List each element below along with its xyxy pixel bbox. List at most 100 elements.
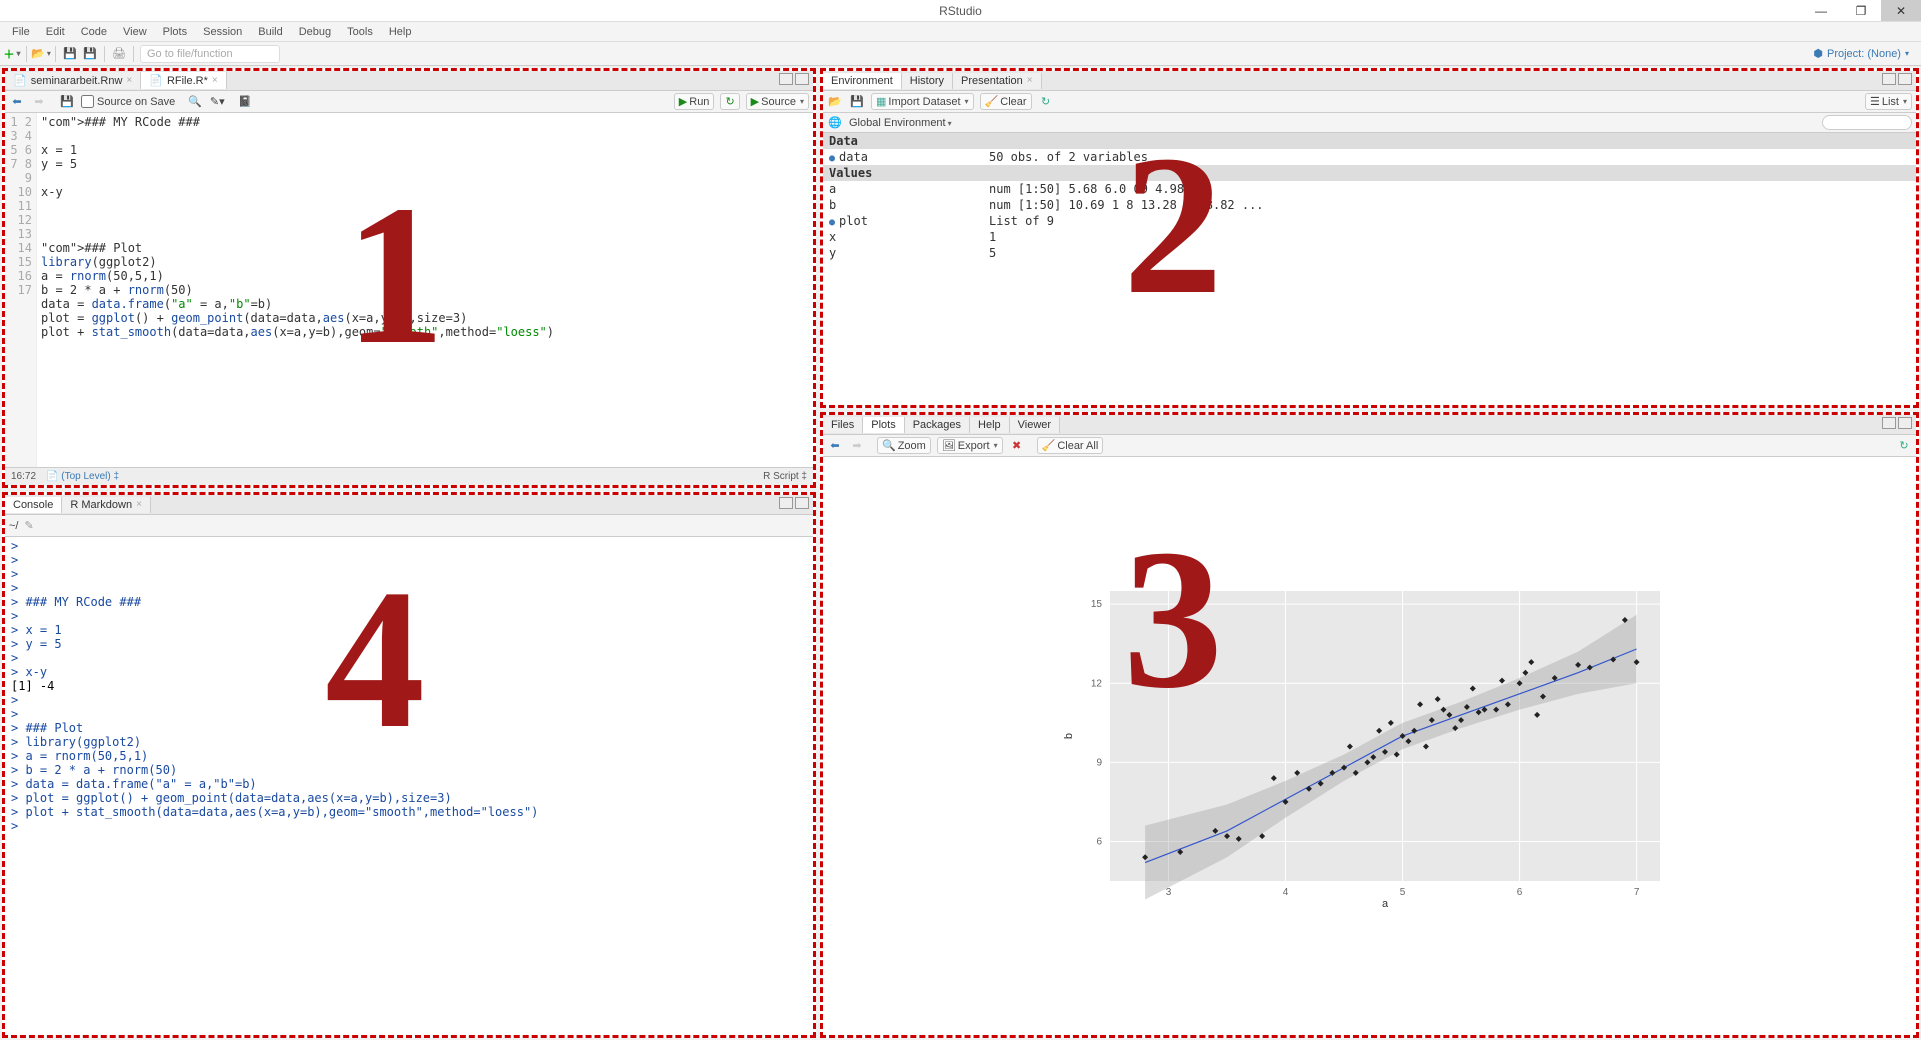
menubar: FileEditCodeViewPlotsSessionBuildDebugTo… — [0, 22, 1921, 42]
plots-pane: 3 FilesPlotsPackagesHelpViewer ⬅ ➡ 🔍 Zoo… — [820, 412, 1919, 1038]
svg-text:4: 4 — [1282, 887, 1288, 898]
new-file-button[interactable]: ＋ — [4, 46, 20, 62]
env-row[interactable]: x1 — [823, 229, 1916, 245]
plot-tab[interactable]: Help — [970, 417, 1010, 433]
svg-text:3: 3 — [1165, 887, 1171, 898]
window-maximize-button[interactable]: ❐ — [1841, 0, 1881, 21]
menu-tools[interactable]: Tools — [339, 24, 381, 40]
source-toolbar: ⬅ ➡ 💾 Source on Save 🔍 ✎▾ 📓 ▶Run ↻ ▶Sour… — [5, 91, 813, 113]
menu-help[interactable]: Help — [381, 24, 420, 40]
refresh-icon[interactable]: ↻ — [1038, 94, 1054, 110]
save-file-button[interactable]: 💾 — [59, 94, 75, 110]
env-section-header: Values — [823, 165, 1916, 181]
svg-text:6: 6 — [1516, 887, 1522, 898]
source-tab[interactable]: 📄seminararbeit.Rnw× — [5, 72, 141, 89]
env-row[interactable]: anum [1:50] 5.68 6.0 09 4.98 ... — [823, 181, 1916, 197]
menu-view[interactable]: View — [115, 24, 155, 40]
plot-back-icon[interactable]: ⬅ — [827, 438, 843, 454]
file-type-label[interactable]: R Script ‡ — [763, 471, 807, 482]
source-button[interactable]: ▶Source — [746, 93, 809, 110]
file-icon: 📄 — [13, 74, 27, 87]
pane-min-button[interactable] — [1882, 417, 1896, 429]
env-row[interactable]: plotList of 9 — [823, 213, 1916, 229]
console-browse-icon[interactable]: ✎ — [24, 519, 33, 532]
zoom-button[interactable]: 🔍 Zoom — [877, 437, 931, 454]
svg-text:5: 5 — [1399, 887, 1405, 898]
menu-file[interactable]: File — [4, 24, 38, 40]
window-minimize-button[interactable]: — — [1801, 0, 1841, 21]
clear-workspace-button[interactable]: 🧹Clear — [980, 93, 1032, 110]
forward-icon[interactable]: ➡ — [31, 94, 47, 110]
save-button[interactable]: 💾 — [62, 46, 78, 62]
save-all-button[interactable]: 💾 — [82, 46, 98, 62]
plot-area: 34567691215ab — [823, 457, 1916, 1035]
svg-text:15: 15 — [1090, 599, 1102, 610]
find-icon[interactable]: 🔍 — [187, 94, 203, 110]
env-tab[interactable]: History — [902, 73, 953, 89]
plot-forward-icon[interactable]: ➡ — [849, 438, 865, 454]
console-output[interactable]: > > > > > ### MY RCode ### > > x = 1 > y… — [5, 537, 813, 1035]
globe-icon: 🌐 — [827, 115, 843, 131]
env-section-header: Data — [823, 133, 1916, 149]
rerun-button[interactable]: ↻ — [720, 93, 739, 110]
console-tab[interactable]: R Markdown × — [62, 497, 151, 513]
console-path: ~/ — [9, 520, 18, 532]
env-tab[interactable]: Environment — [823, 73, 902, 89]
pane-max-button[interactable] — [1898, 417, 1912, 429]
plot-tab[interactable]: Packages — [905, 417, 970, 433]
source-on-save-checkbox[interactable]: Source on Save — [81, 95, 175, 108]
open-file-button[interactable]: 📂 — [33, 46, 49, 62]
save-workspace-icon[interactable]: 💾 — [849, 94, 865, 110]
plot-tab[interactable]: Viewer — [1010, 417, 1060, 433]
main-toolbar: ＋ 📂 💾 💾 🖨 Go to file/function ⬢ Project:… — [0, 42, 1921, 66]
back-icon[interactable]: ⬅ — [9, 94, 25, 110]
svg-text:a: a — [1381, 898, 1388, 910]
svg-text:6: 6 — [1096, 836, 1102, 847]
close-tab-icon[interactable]: × — [212, 75, 218, 86]
import-dataset-button[interactable]: ▦Import Dataset — [871, 93, 974, 110]
load-workspace-icon[interactable]: 📂 — [827, 94, 843, 110]
env-row[interactable]: y5 — [823, 245, 1916, 261]
menu-code[interactable]: Code — [73, 24, 115, 40]
environment-pane: 2 EnvironmentHistoryPresentation × 📂 💾 ▦… — [820, 68, 1919, 408]
notebook-icon[interactable]: 📓 — [237, 94, 253, 110]
refresh-plot-icon[interactable]: ↻ — [1896, 438, 1912, 454]
env-row[interactable]: bnum [1:50] 10.69 1 8 13.28 69 8.82 ... — [823, 197, 1916, 213]
pane-min-button[interactable] — [779, 73, 793, 85]
env-row[interactable]: data50 obs. of 2 variables — [823, 149, 1916, 165]
code-editor[interactable]: 1 2 3 4 5 6 7 8 9 10 11 12 13 14 15 16 1… — [5, 113, 813, 467]
menu-build[interactable]: Build — [250, 24, 290, 40]
menu-plots[interactable]: Plots — [155, 24, 195, 40]
export-button[interactable]: 🖼 Export — [937, 437, 1003, 454]
goto-file-input[interactable]: Go to file/function — [140, 45, 280, 63]
pane-max-button[interactable] — [795, 497, 809, 509]
pane-min-button[interactable] — [779, 497, 793, 509]
remove-plot-icon[interactable]: ✖ — [1009, 438, 1025, 454]
file-icon: 📄 — [149, 74, 163, 87]
plot-tab[interactable]: Plots — [863, 417, 904, 433]
environment-scope[interactable]: Global Environment — [849, 117, 952, 129]
plot-tab[interactable]: Files — [823, 417, 863, 433]
menu-debug[interactable]: Debug — [291, 24, 339, 40]
pane-min-button[interactable] — [1882, 73, 1896, 85]
console-pane: 4 ConsoleR Markdown × ~/ ✎ > > > > > ###… — [2, 492, 816, 1038]
svg-text:b: b — [1063, 733, 1075, 739]
menu-session[interactable]: Session — [195, 24, 250, 40]
pane-max-button[interactable] — [795, 73, 809, 85]
window-titlebar: RStudio — ❐ ✕ — [0, 0, 1921, 22]
print-button[interactable]: 🖨 — [111, 46, 127, 62]
environment-search[interactable] — [1822, 115, 1912, 130]
env-tab[interactable]: Presentation × — [953, 73, 1042, 89]
console-tab[interactable]: Console — [5, 497, 62, 513]
menu-edit[interactable]: Edit — [38, 24, 73, 40]
window-close-button[interactable]: ✕ — [1881, 0, 1921, 21]
close-tab-icon[interactable]: × — [126, 75, 132, 86]
project-menu[interactable]: ⬢ Project: (None) ▾ — [1813, 47, 1917, 60]
run-button[interactable]: ▶Run — [674, 93, 715, 110]
svg-text:12: 12 — [1090, 678, 1102, 689]
pane-max-button[interactable] — [1898, 73, 1912, 85]
source-tab[interactable]: 📄RFile.R*× — [141, 72, 227, 89]
clear-all-button[interactable]: 🧹 Clear All — [1037, 437, 1104, 454]
view-mode-button[interactable]: ☰ List — [1865, 93, 1912, 110]
wand-icon[interactable]: ✎▾ — [209, 94, 225, 110]
